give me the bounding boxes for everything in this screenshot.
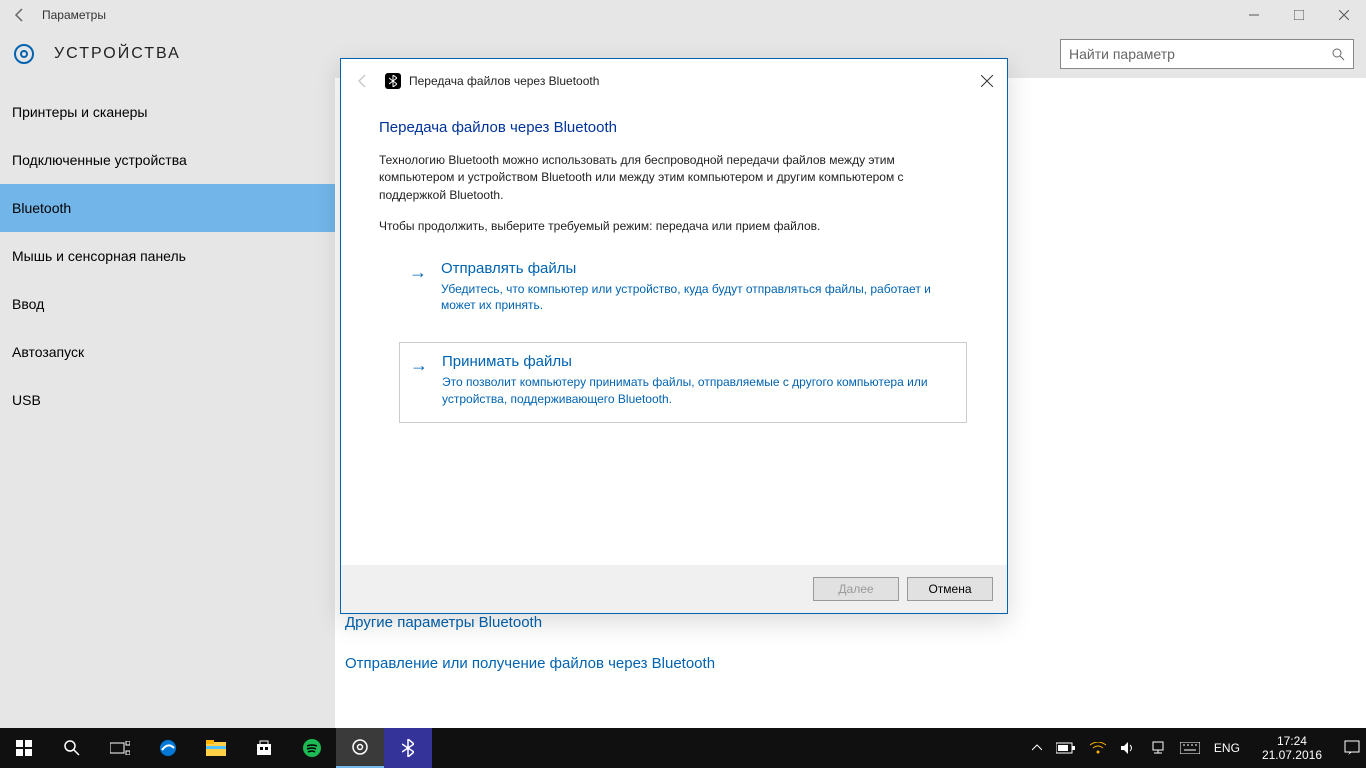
titlebar: Параметры: [0, 0, 1366, 30]
sidebar-item-autoplay[interactable]: Автозапуск: [0, 328, 335, 376]
sidebar-item-mouse[interactable]: Мышь и сенсорная панель: [0, 232, 335, 280]
bluetooth-icon: [385, 73, 401, 89]
dialog-footer: Далее Отмена: [341, 565, 1007, 613]
back-button[interactable]: [0, 7, 40, 23]
volume-icon[interactable]: [1120, 741, 1136, 755]
option-receive-files[interactable]: → Принимать файлы Это позволит компьютер…: [399, 342, 967, 423]
option-send-files[interactable]: → Отправлять файлы Убедитесь, что компью…: [399, 250, 969, 329]
dialog-close-button[interactable]: [981, 75, 993, 87]
gear-icon: [8, 38, 40, 70]
page-title: УСТРОЙСТВА: [54, 45, 181, 63]
sidebar-item-connected-devices[interactable]: Подключенные устройства: [0, 136, 335, 184]
clock-time: 17:24: [1262, 734, 1322, 748]
dialog-description-2: Чтобы продолжить, выберите требуемый реж…: [379, 218, 969, 235]
store-icon[interactable]: [240, 728, 288, 768]
system-tray: ENG 17:24 21.07.2016: [1032, 734, 1366, 763]
dialog-back-button: [355, 73, 371, 89]
start-button[interactable]: [0, 728, 48, 768]
wifi-icon[interactable]: [1090, 742, 1106, 754]
cancel-button[interactable]: Отмена: [907, 577, 993, 601]
dialog-title: Передача файлов через Bluetooth: [409, 74, 981, 88]
dialog-titlebar: Передача файлов через Bluetooth: [341, 59, 1007, 103]
clock-date: 21.07.2016: [1262, 748, 1322, 762]
clock[interactable]: 17:24 21.07.2016: [1254, 734, 1330, 763]
dialog-description-1: Технологию Bluetooth можно использовать …: [379, 152, 969, 204]
maximize-button[interactable]: [1276, 0, 1321, 30]
minimize-button[interactable]: [1231, 0, 1276, 30]
edge-icon[interactable]: [144, 728, 192, 768]
battery-icon[interactable]: [1056, 742, 1076, 754]
sidebar: Принтеры и сканеры Подключенные устройст…: [0, 78, 335, 728]
window-controls: [1231, 0, 1366, 30]
action-center-icon[interactable]: [1344, 740, 1360, 756]
settings-taskbar-icon[interactable]: [336, 728, 384, 768]
taskbar: ENG 17:24 21.07.2016: [0, 728, 1366, 768]
language-indicator[interactable]: ENG: [1214, 741, 1240, 755]
link-send-receive[interactable]: Отправление или получение файлов через B…: [345, 655, 1366, 672]
search-icon: [1331, 47, 1345, 61]
tray-chevron-up-icon[interactable]: [1032, 744, 1042, 752]
bluetooth-taskbar-icon[interactable]: [384, 728, 432, 768]
sidebar-item-printers[interactable]: Принтеры и сканеры: [0, 88, 335, 136]
option-desc: Убедитесь, что компьютер или устройство,…: [441, 281, 953, 315]
search-placeholder: Найти параметр: [1069, 46, 1331, 62]
sidebar-item-typing[interactable]: Ввод: [0, 280, 335, 328]
task-view[interactable]: [96, 728, 144, 768]
link-other-bluetooth[interactable]: Другие параметры Bluetooth: [345, 614, 1366, 631]
next-button: Далее: [813, 577, 899, 601]
taskbar-search[interactable]: [48, 728, 96, 768]
arrow-right-icon: →: [410, 355, 428, 408]
option-desc: Это позволит компьютеру принимать файлы,…: [442, 374, 950, 408]
spotify-icon[interactable]: [288, 728, 336, 768]
network-icon[interactable]: [1150, 741, 1166, 755]
dialog-heading: Передача файлов через Bluetooth: [379, 119, 969, 136]
file-explorer-icon[interactable]: [192, 728, 240, 768]
close-button[interactable]: [1321, 0, 1366, 30]
arrow-right-icon: →: [409, 262, 427, 315]
option-title: Отправлять файлы: [441, 260, 953, 277]
search-input[interactable]: Найти параметр: [1060, 39, 1354, 69]
dialog-body: Передача файлов через Bluetooth Технолог…: [341, 103, 1007, 565]
keyboard-icon[interactable]: [1180, 742, 1200, 754]
bluetooth-transfer-dialog: Передача файлов через Bluetooth Передача…: [340, 58, 1008, 614]
sidebar-item-usb[interactable]: USB: [0, 376, 335, 424]
window-title: Параметры: [40, 8, 1231, 22]
sidebar-item-bluetooth[interactable]: Bluetooth: [0, 184, 335, 232]
option-title: Принимать файлы: [442, 353, 950, 370]
